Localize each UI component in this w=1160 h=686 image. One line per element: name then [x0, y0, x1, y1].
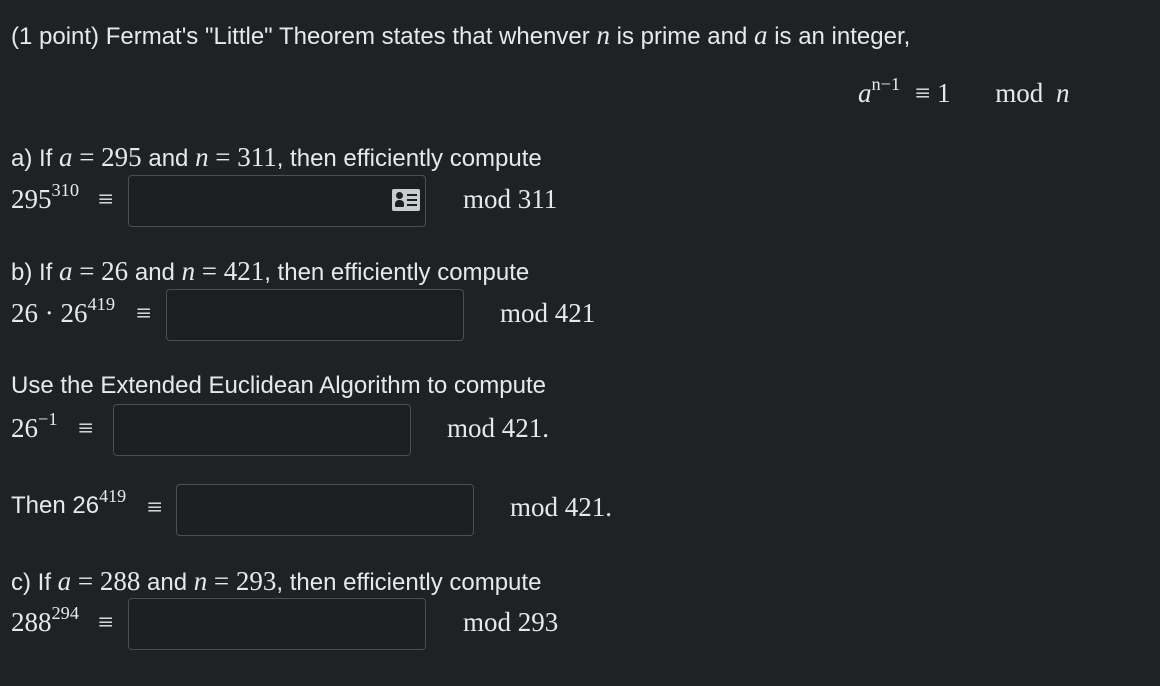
theorem-n: n [1055, 78, 1070, 108]
intro-var-a: a [754, 20, 768, 50]
part-a-exponent: 310 [51, 180, 80, 201]
part-a-equiv: ≡ [98, 184, 114, 214]
part-c-var-a: a [57, 566, 72, 596]
theorem-relation: ≡ 1 [914, 78, 951, 108]
part-c-mod: mod 293 [463, 607, 559, 637]
part-c-and: and [147, 569, 188, 596]
intro-prefix: (1 point) Fermat's "Little" Theorem stat… [11, 23, 590, 50]
theorem-formula: an−1 ≡ 1 mod n [858, 75, 1070, 109]
euclid-mod: mod 421. [447, 413, 550, 443]
part-c-exponent: 294 [51, 603, 80, 624]
part-b-tail: , then efficiently compute [264, 259, 530, 286]
part-a-tail: , then efficiently compute [276, 145, 542, 172]
part-c-question: c) If a = 288 and n = 293, then efficien… [11, 566, 541, 597]
part-a-and: and [148, 145, 189, 172]
part-c-tail: , then efficiently compute [276, 569, 542, 596]
part-b-and: and [134, 259, 175, 286]
part-b-var-a: a [59, 256, 73, 286]
then-lead: Then 26 [11, 492, 100, 519]
part-c-expression: 288294 [11, 604, 79, 638]
intro-var-n: n [596, 20, 610, 50]
euclid-instruction: Use the Extended Euclidean Algorithm to … [11, 372, 546, 399]
answer-b-input[interactable] [166, 289, 464, 341]
then-mod: mod 421. [510, 492, 613, 522]
answer-then-input[interactable] [176, 484, 474, 536]
part-c-var-n: n [193, 566, 208, 596]
part-b-mod: mod 421 [500, 298, 596, 328]
intro-suffix: is an integer, [774, 23, 911, 50]
part-a-question: a) If a = 295 and n = 311, then efficien… [11, 142, 542, 173]
answer-a-input[interactable] [128, 175, 426, 227]
then-equiv: ≡ [147, 492, 163, 522]
answer-c-input[interactable] [128, 598, 426, 650]
part-b-exponent: 419 [87, 294, 116, 315]
intro-mid: is prime and [616, 23, 748, 50]
part-b-var-n: n [181, 256, 196, 286]
part-c-eq2: = 293 [213, 566, 277, 596]
contact-card-icon[interactable] [392, 189, 420, 211]
part-a-var-a: a [59, 142, 73, 172]
part-a-base: 295 [11, 184, 52, 214]
theorem-mod: mod [995, 78, 1044, 108]
euclid-exponent: −1 [38, 409, 58, 430]
euclid-equiv: ≡ [78, 413, 94, 443]
then-expression: Then 26419 [11, 487, 126, 520]
part-c-base: 288 [11, 607, 52, 637]
theorem-exponent: n−1 [871, 74, 901, 95]
part-a-mod: mod 311 [463, 184, 558, 214]
part-a-expression: 295310 [11, 181, 79, 215]
euclid-base: 26 [11, 413, 38, 443]
answer-inverse-input[interactable] [113, 404, 411, 456]
part-a-var-n: n [195, 142, 209, 172]
part-b-eq1: = 26 [79, 256, 129, 286]
part-a-lead: a) If [11, 145, 53, 172]
part-c-eq1: = 288 [77, 566, 141, 596]
part-c-lead: c) If [11, 569, 51, 596]
part-b-eq2: = 421 [201, 256, 265, 286]
then-exponent: 419 [99, 486, 127, 507]
part-b-base: 26 · 26 [11, 298, 88, 328]
part-b-lead: b) If [11, 259, 53, 286]
theorem-a: a [858, 78, 872, 108]
part-c-equiv: ≡ [98, 607, 114, 637]
part-a-eq2: = 311 [215, 142, 277, 172]
part-b-equiv: ≡ [136, 298, 152, 328]
euclid-expression: 26−1 [11, 410, 58, 444]
part-b-question: b) If a = 26 and n = 421, then efficient… [11, 256, 529, 287]
part-a-eq1: = 295 [79, 142, 142, 172]
problem-intro: (1 point) Fermat's "Little" Theorem stat… [11, 20, 910, 51]
part-b-expression: 26 · 26419 [11, 295, 115, 329]
